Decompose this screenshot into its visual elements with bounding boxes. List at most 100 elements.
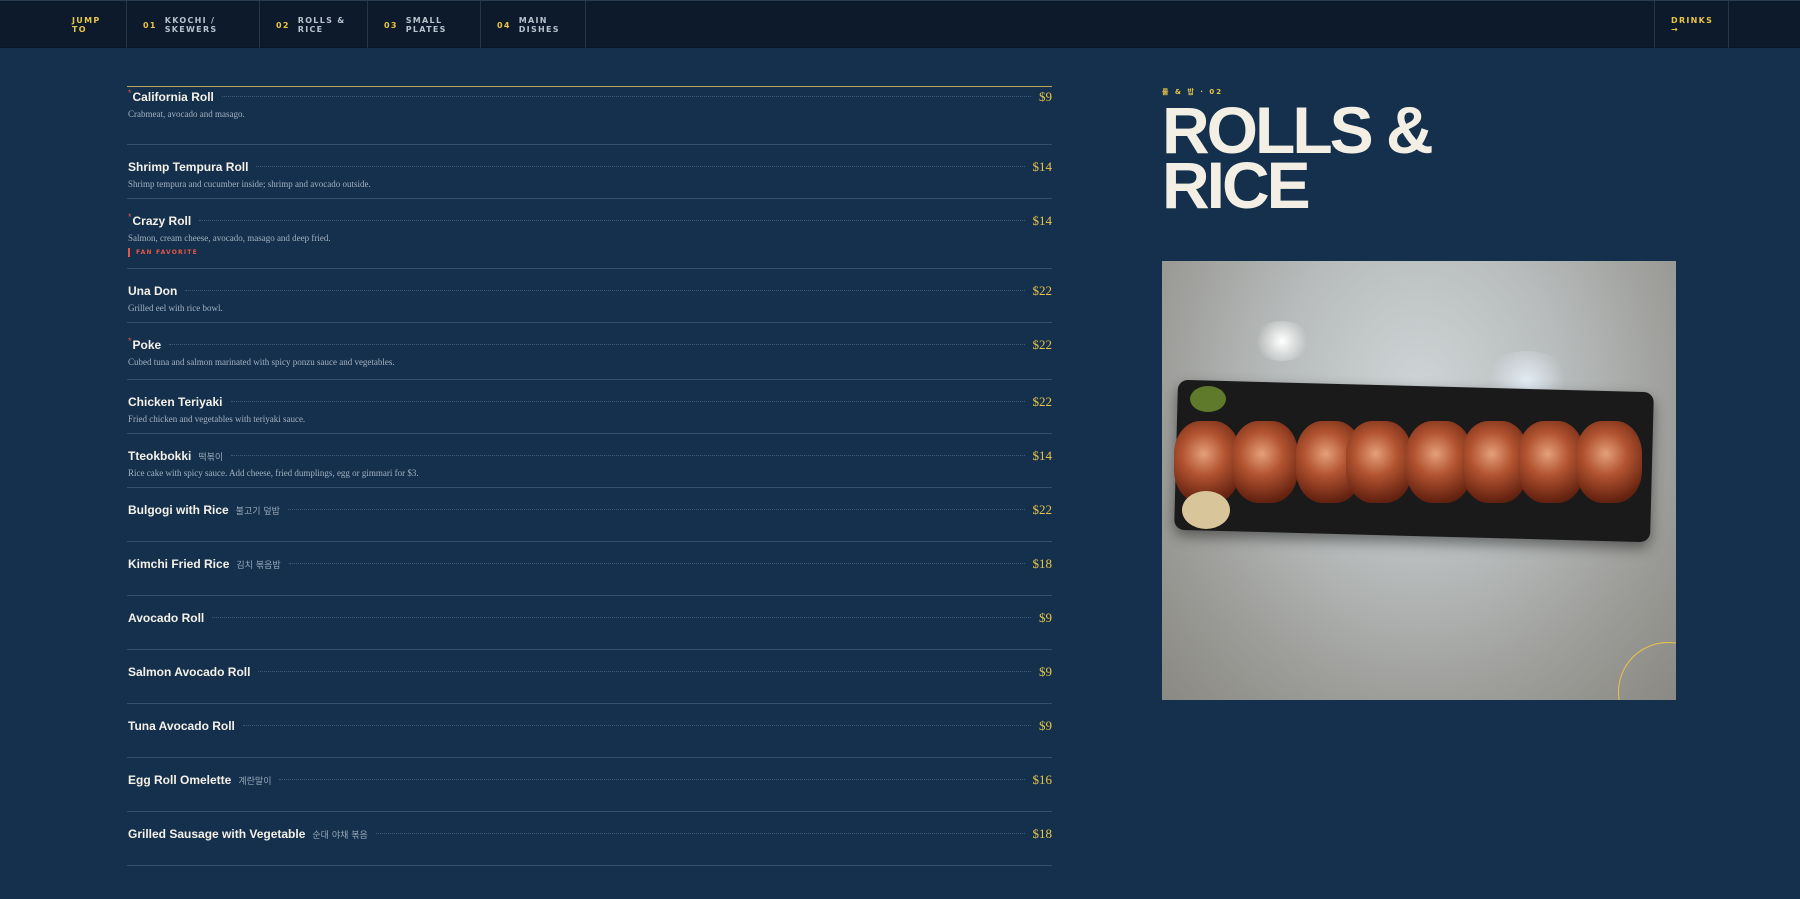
menu-item-name: Bulgogi with Rice xyxy=(128,503,229,517)
nav-label: ROLLS & RICE xyxy=(297,16,346,34)
menu-item-price: $22 xyxy=(1032,502,1053,517)
menu-item-korean-name: 김치 볶음밥 xyxy=(236,561,281,571)
menu-item-name: Avocado Roll xyxy=(128,611,205,625)
menu-item-name: Grilled Sausage with Vegetable xyxy=(128,827,306,841)
photo-glare xyxy=(1252,321,1312,361)
menu-item-price: $22 xyxy=(1032,337,1053,352)
menu-item-korean-name: 떡볶이 xyxy=(198,453,224,463)
dot-leader xyxy=(258,671,1031,672)
menu-item-name: Salmon Avocado Roll xyxy=(128,665,251,679)
menu-item-price: $22 xyxy=(1032,394,1053,409)
menu-item-price: $9 xyxy=(1039,610,1052,625)
nav-link-small-plates[interactable]: 03 SMALL PLATES xyxy=(368,1,481,49)
menu-item-price: $18 xyxy=(1032,556,1053,571)
menu-item-name: California Roll xyxy=(132,90,214,104)
nav-number: 01 xyxy=(143,20,157,30)
menu-item: Tuna Avocado Roll $9 xyxy=(127,704,1052,758)
nav-link-kkochi[interactable]: 01 KKOCHI / SKEWERS xyxy=(127,1,260,49)
menu-item-price: $18 xyxy=(1032,826,1053,841)
menu-item-description: Fried chicken and vegetables with teriya… xyxy=(128,414,306,424)
jump-to-label: JUMP TO xyxy=(56,1,127,49)
nav-label: MAIN DISHES xyxy=(518,16,560,34)
menu-item-name: Una Don xyxy=(128,284,178,298)
menu-item-name: Egg Roll Omelette xyxy=(128,773,232,787)
sushi-piece xyxy=(1232,421,1298,503)
menu-item-row: Egg Roll Omelette 계란말이 $16 xyxy=(128,772,1052,788)
dot-leader xyxy=(212,617,1031,618)
dot-leader xyxy=(256,166,1025,167)
dot-leader xyxy=(169,344,1025,345)
menu-item: Avocado Roll $9 xyxy=(127,596,1052,650)
menu-item: * Crazy Roll $14 Salmon, cream cheese, a… xyxy=(127,199,1052,269)
signature-star-icon: * xyxy=(128,88,132,98)
drinks-link[interactable]: DRINKS → xyxy=(1654,1,1729,49)
menu-item-row: * Poke $22 xyxy=(128,336,1053,353)
menu-item-row: Salmon Avocado Roll $9 xyxy=(128,664,1052,680)
menu-item-description: Salmon, cream cheese, avocado, masago an… xyxy=(128,233,331,243)
menu-item-price: $9 xyxy=(1039,718,1052,733)
menu-item-name: Tteokbokki xyxy=(128,449,192,463)
menu-item-price: $14 xyxy=(1032,213,1053,228)
menu-item-description: Cubed tuna and salmon marinated with spi… xyxy=(128,357,395,367)
dot-leader xyxy=(242,725,1031,726)
menu-item-row: Avocado Roll $9 xyxy=(128,610,1052,626)
menu-item-row: * California Roll $9 xyxy=(128,88,1052,105)
nav-number: 03 xyxy=(384,20,398,30)
menu-item-name: Poke xyxy=(132,338,162,352)
decorative-ring xyxy=(1618,642,1676,700)
dot-leader xyxy=(288,563,1025,564)
menu-item: Egg Roll Omelette 계란말이 $16 xyxy=(127,758,1052,812)
menu-item: Salmon Avocado Roll $9 xyxy=(127,650,1052,704)
menu-item-price: $9 xyxy=(1039,89,1052,104)
menu-item-name: Crazy Roll xyxy=(132,214,192,228)
menu-item-description: Shrimp tempura and cucumber inside; shri… xyxy=(128,179,371,189)
menu-item-row: Tteokbokki 떡볶이 $14 xyxy=(128,448,1052,464)
wasabi xyxy=(1190,386,1226,412)
menu-item: Una Don $22 Grilled eel with rice bowl. xyxy=(127,269,1052,323)
menu-item-price: $14 xyxy=(1032,159,1053,174)
menu-item-row: Kimchi Fried Rice 김치 볶음밥 $18 xyxy=(128,556,1052,572)
dot-leader xyxy=(375,833,1025,834)
menu-item-row: Chicken Teriyaki $22 xyxy=(128,394,1052,410)
sushi-piece xyxy=(1346,421,1412,503)
menu-item: Bulgogi with Rice 불고기 덮밥 $22 xyxy=(127,488,1052,542)
menu-item-description: Rice cake with spicy sauce. Add cheese, … xyxy=(128,468,419,478)
menu-item-korean-name: 불고기 덮밥 xyxy=(235,507,280,517)
signature-star-icon: * xyxy=(128,336,132,346)
signature-star-icon: * xyxy=(128,212,132,222)
nav-link-main-dishes[interactable]: 04 MAIN DISHES xyxy=(481,1,586,49)
nav-label: SMALL PLATES xyxy=(405,16,447,34)
menu-item-row: * Crazy Roll $14 xyxy=(128,212,1053,229)
menu-item-row: Grilled Sausage with Vegetable 순대 야채 볶음 … xyxy=(128,826,1052,842)
dot-leader xyxy=(199,220,1025,221)
menu-item-price: $22 xyxy=(1032,283,1053,298)
dot-leader xyxy=(279,779,1025,780)
menu-item-row: Una Don $22 xyxy=(128,283,1052,299)
menu-item-name: Tuna Avocado Roll xyxy=(128,719,235,733)
menu-item: Grilled Sausage with Vegetable 순대 야채 볶음 … xyxy=(127,812,1052,866)
menu-item: Shrimp Tempura Roll $14 Shrimp tempura a… xyxy=(127,145,1052,199)
pickled-ginger xyxy=(1182,491,1230,529)
menu-item: Tteokbokki 떡볶이 $14 Rice cake with spicy … xyxy=(127,434,1052,488)
menu-list: * California Roll $9 Crabmeat, avocado a… xyxy=(127,86,1052,866)
section-title: ROLLS & RICE xyxy=(1162,93,1434,222)
top-nav: JUMP TO 01 KKOCHI / SKEWERS 02 ROLLS & R… xyxy=(0,0,1800,49)
dot-leader xyxy=(221,96,1031,97)
menu-item-price: $14 xyxy=(1032,448,1053,463)
sushi-piece xyxy=(1576,421,1642,503)
menu-item-korean-name: 순대 야채 볶음 xyxy=(312,831,368,841)
menu-item-name: Shrimp Tempura Roll xyxy=(128,160,249,174)
menu-item-row: Shrimp Tempura Roll $14 xyxy=(128,159,1052,175)
nav-label: KKOCHI / SKEWERS xyxy=(164,16,218,34)
fan-favorite-badge: FAN FAVORITE xyxy=(128,248,198,257)
menu-item: * Poke $22 Cubed tuna and salmon marinat… xyxy=(127,323,1052,380)
menu-item: * California Roll $9 Crabmeat, avocado a… xyxy=(127,87,1052,145)
menu-item: Kimchi Fried Rice 김치 볶음밥 $18 xyxy=(127,542,1052,596)
nav-link-rolls-rice[interactable]: 02 ROLLS & RICE xyxy=(260,1,368,49)
dot-leader xyxy=(185,290,1025,291)
menu-item-description: Crabmeat, avocado and masago. xyxy=(128,109,245,119)
menu-item-description: Grilled eel with rice bowl. xyxy=(128,303,223,313)
menu-item-name: Kimchi Fried Rice xyxy=(128,557,230,571)
menu-item-price: $16 xyxy=(1032,772,1053,787)
menu-item-row: Tuna Avocado Roll $9 xyxy=(128,718,1052,734)
